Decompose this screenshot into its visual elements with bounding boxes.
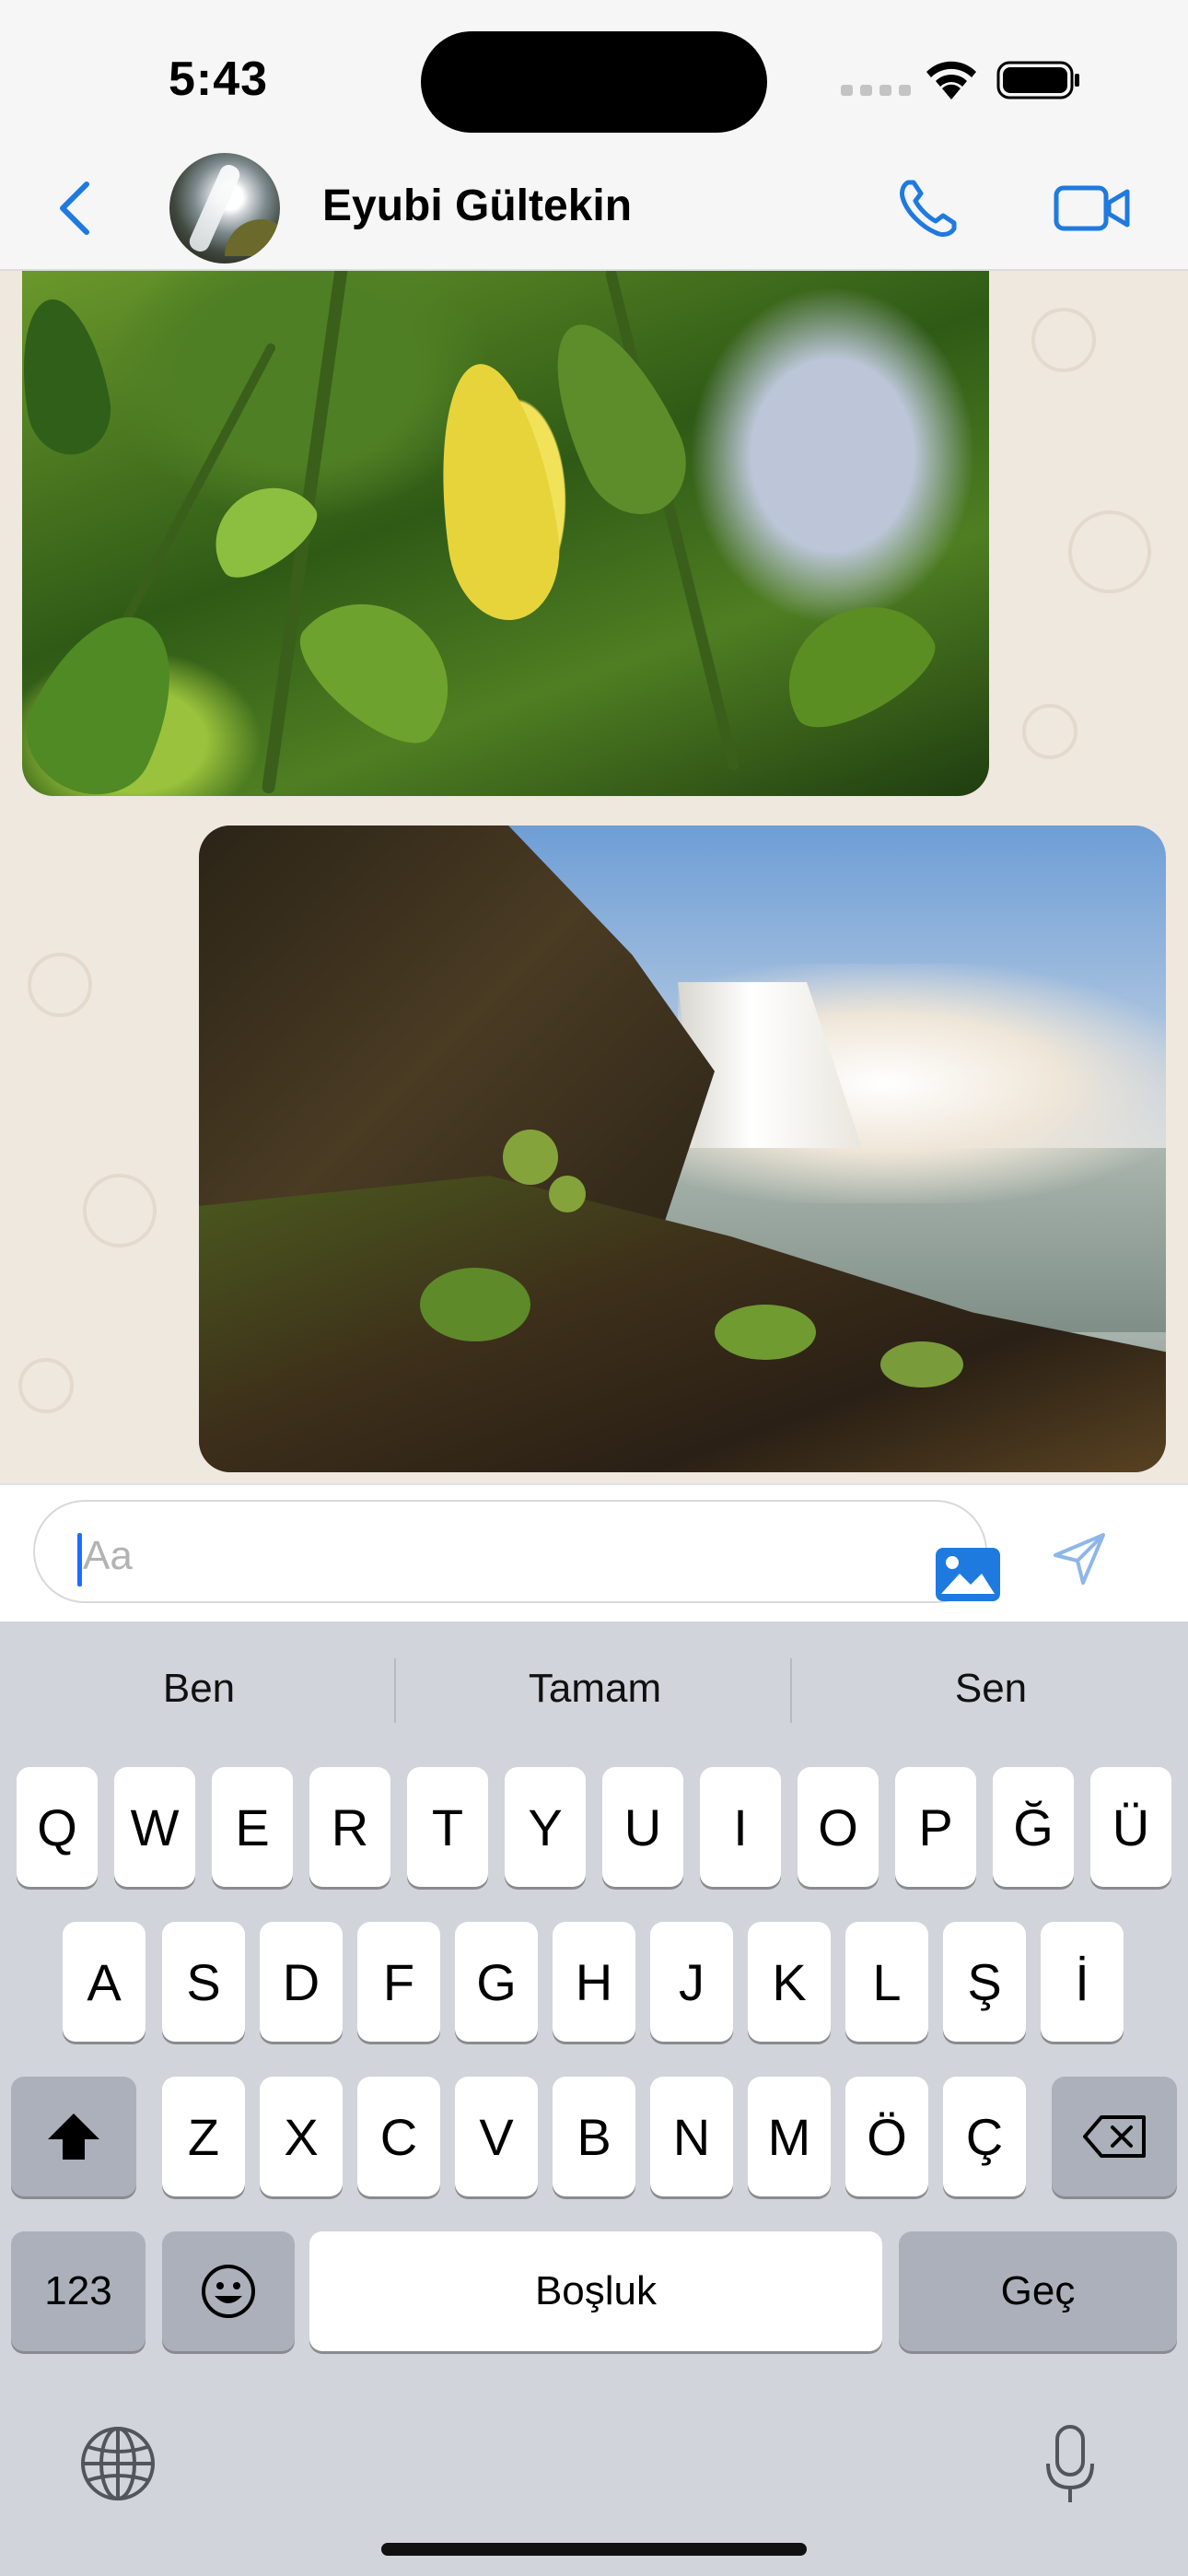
home-indicator[interactable] <box>381 2543 807 2556</box>
key-p[interactable]: P <box>895 1767 976 1887</box>
contact-name[interactable]: Eyubi Gültekin <box>322 181 632 231</box>
key-d[interactable]: D <box>260 1922 343 2042</box>
key-o[interactable]: O <box>798 1767 879 1887</box>
suggestion-sen[interactable]: Sen <box>798 1666 1184 1712</box>
key-j[interactable]: J <box>650 1922 733 2042</box>
key-w[interactable]: W <box>114 1767 195 1887</box>
image-icon[interactable] <box>934 1546 1002 1603</box>
globe-icon[interactable] <box>79 2425 157 2502</box>
dynamic-island <box>421 31 767 133</box>
key-h[interactable]: H <box>553 1922 635 2042</box>
key-k[interactable]: K <box>748 1922 831 2042</box>
suggestion-divider <box>394 1658 396 1723</box>
key-g-breve[interactable]: Ğ <box>993 1767 1074 1887</box>
chat-header: Eyubi Gültekin <box>0 147 1188 271</box>
numbers-key[interactable]: 123 <box>11 2231 146 2351</box>
key-z[interactable]: Z <box>162 2077 245 2196</box>
key-y[interactable]: Y <box>505 1767 586 1887</box>
key-r[interactable]: R <box>309 1767 390 1887</box>
plant-leaves-photo[interactable] <box>22 271 989 796</box>
message-composer: Aa <box>0 1483 1188 1622</box>
key-b[interactable]: B <box>553 2077 635 2196</box>
avatar[interactable] <box>169 153 280 263</box>
wifi-icon <box>926 61 976 100</box>
phone-icon[interactable] <box>895 175 961 241</box>
key-v[interactable]: V <box>455 2077 538 2196</box>
key-i-dotted[interactable]: İ <box>1041 1922 1124 2042</box>
key-u-umlaut[interactable]: Ü <box>1090 1767 1171 1887</box>
key-g[interactable]: G <box>455 1922 538 2042</box>
message-placeholder: Aa <box>83 1533 133 1578</box>
video-camera-icon[interactable] <box>1054 182 1131 234</box>
waterfall-photo[interactable] <box>199 825 1166 1472</box>
key-t[interactable]: T <box>407 1767 488 1887</box>
key-n[interactable]: N <box>650 2077 733 2196</box>
emoji-key[interactable] <box>162 2231 295 2351</box>
status-bar: 5:43 <box>0 0 1188 147</box>
microphone-icon[interactable] <box>1042 2423 1098 2506</box>
message-input[interactable]: Aa <box>33 1500 1000 1603</box>
key-c-cedilla[interactable]: Ç <box>943 2077 1026 2196</box>
text-caret <box>77 1533 82 1587</box>
key-x[interactable]: X <box>260 2077 343 2196</box>
key-u[interactable]: U <box>602 1767 683 1887</box>
predictive-suggestions: Ben Tamam Sen <box>0 1622 1188 1760</box>
delete-key[interactable] <box>1052 2077 1177 2196</box>
back-chevron-icon[interactable] <box>53 179 94 238</box>
key-e[interactable]: E <box>212 1767 293 1887</box>
return-key[interactable]: Geç <box>899 2231 1177 2351</box>
key-m[interactable]: M <box>748 2077 831 2196</box>
key-i[interactable]: I <box>700 1767 781 1887</box>
key-s-cedilla[interactable]: Ş <box>943 1922 1026 2042</box>
key-c[interactable]: C <box>357 2077 440 2196</box>
send-icon[interactable] <box>1052 1531 1107 1587</box>
shift-key[interactable] <box>11 2077 136 2196</box>
backspace-icon <box>1083 2115 1146 2158</box>
suggestion-divider <box>790 1658 792 1723</box>
battery-icon <box>996 61 1079 100</box>
suggestion-tamam[interactable]: Tamam <box>402 1666 788 1712</box>
suggestion-ben[interactable]: Ben <box>6 1666 392 1712</box>
status-time: 5:43 <box>169 53 269 106</box>
key-s[interactable]: S <box>162 1922 245 2042</box>
key-q[interactable]: Q <box>17 1767 98 1887</box>
keyboard: Ben Tamam Sen Q W E R T Y U I O P Ğ Ü A … <box>0 1622 1188 2576</box>
space-key[interactable]: Boşluk <box>309 2231 882 2351</box>
key-l[interactable]: L <box>845 1922 928 2042</box>
emoji-smiley-icon <box>202 2265 255 2318</box>
shift-arrow-icon <box>48 2113 99 2160</box>
chat-area[interactable] <box>0 271 1188 1483</box>
key-a[interactable]: A <box>63 1922 146 2042</box>
cellular-signal-icon <box>841 85 911 96</box>
key-o-umlaut[interactable]: Ö <box>845 2077 928 2196</box>
key-f[interactable]: F <box>357 1922 440 2042</box>
